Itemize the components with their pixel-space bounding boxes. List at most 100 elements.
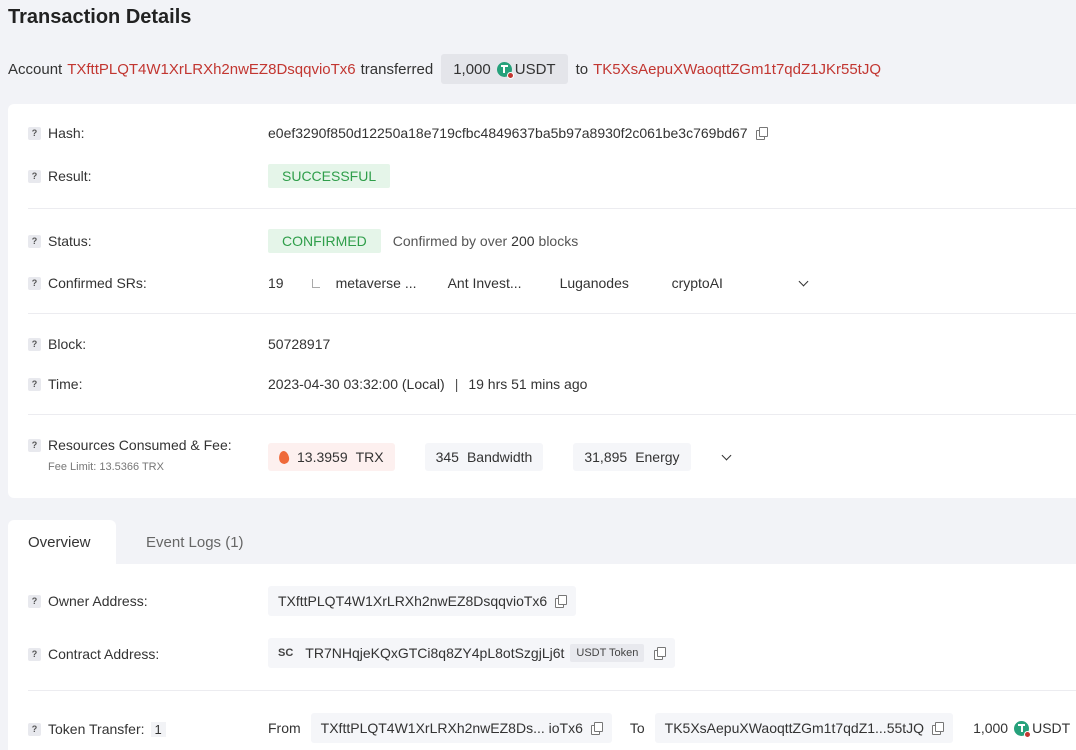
- sr-item[interactable]: Ant Invest...: [448, 275, 560, 291]
- tab-overview[interactable]: Overview: [8, 520, 116, 564]
- transfer-to-box: TK5XsAepuXWaoqttZGm1t7qdZ1...55tJQ: [654, 713, 954, 743]
- transfer-from-box: TXfttPLQT4W1XrLRXh2nwEZ8Ds... ioTx6: [310, 713, 612, 743]
- owner-value-wrap: TXfttPLQT4W1XrLRXh2nwEZ8DsqqvioTx6: [268, 586, 577, 616]
- owner-address-box: TXfttPLQT4W1XrLRXh2nwEZ8DsqqvioTx6: [268, 586, 577, 616]
- resources-values: 13.3959 TRX 345 Bandwidth 31,895 Energy: [268, 443, 731, 471]
- summary-to-word: to: [575, 60, 589, 78]
- chevron-down-icon[interactable]: [798, 276, 809, 286]
- divider: [28, 690, 1076, 691]
- result-badge: SUCCESSFUL: [268, 164, 391, 188]
- token-transfer-label: Token Transfer:: [48, 721, 145, 737]
- copy-icon[interactable]: [755, 126, 768, 140]
- help-icon[interactable]: ?: [28, 234, 41, 248]
- amount-pill: 1,000 USDT: [441, 54, 568, 84]
- sr-item[interactable]: metaverse ...: [336, 275, 448, 291]
- hash-value: e0ef3290f850d12250a18e719cfbc4849637ba5b…: [268, 125, 748, 141]
- energy-pill: 31,895 Energy: [573, 443, 691, 471]
- confirmed-srs-row: ? Confirmed SRs:: [28, 271, 147, 295]
- block-value-wrap: 50728917: [268, 332, 330, 356]
- status-value-wrap: CONFIRMED Confirmed by over 200 blocks: [268, 229, 578, 253]
- block-label: Block:: [48, 336, 87, 352]
- trx-amount: 13.3959: [297, 449, 348, 465]
- owner-row: ? Owner Address:: [28, 589, 148, 613]
- hash-label: Hash:: [48, 125, 85, 141]
- sr-count: 19: [268, 275, 284, 291]
- time-value-wrap: 2023-04-30 03:32:00 (Local) | 19 hrs 51 …: [268, 372, 587, 396]
- contract-value-wrap: SC TR7NHqjeKQxGTCi8q8ZY4pL8otSzgjLj6t US…: [268, 638, 676, 668]
- to-word: To: [629, 720, 645, 736]
- time-separator: |: [454, 376, 459, 392]
- token-transfer-values: From TXfttPLQT4W1XrLRXh2nwEZ8Ds... ioTx6…: [268, 713, 1070, 743]
- contract-row: ? Contract Address:: [28, 642, 159, 666]
- from-address-link[interactable]: TXfttPLQT4W1XrLRXh2nwEZ8DsqqvioTx6: [67, 61, 355, 78]
- help-icon[interactable]: ?: [28, 276, 41, 290]
- result-row: ? Result:: [28, 164, 92, 188]
- time-row: ? Time:: [28, 372, 82, 396]
- hash-row: ? Hash:: [28, 121, 85, 145]
- summary-token[interactable]: USDT: [515, 61, 556, 78]
- usdt-icon: [496, 61, 514, 79]
- block-value[interactable]: 50728917: [268, 336, 330, 352]
- help-icon[interactable]: ?: [28, 377, 41, 391]
- energy-amount: 31,895: [584, 449, 628, 465]
- confirmed-srs-list: 19 metaverse ... Ant Invest... Luganodes…: [268, 271, 809, 295]
- sr-item[interactable]: cryptoAI: [672, 275, 800, 291]
- sc-tag: SC: [278, 647, 294, 659]
- token-transfer-count: 1: [150, 721, 166, 737]
- hash-value-wrap: e0ef3290f850d12250a18e719cfbc4849637ba5b…: [268, 121, 768, 145]
- contract-address-box: SC TR7NHqjeKQxGTCi8q8ZY4pL8otSzgjLj6t US…: [268, 638, 676, 668]
- status-note-count: 200: [511, 233, 535, 249]
- transfer-to-address[interactable]: TK5XsAepuXWaoqttZGm1t7qdZ1...55tJQ: [665, 720, 924, 736]
- status-note-prefix: Confirmed by over: [392, 233, 508, 249]
- copy-icon[interactable]: [932, 721, 945, 735]
- status-note-suffix: blocks: [538, 233, 579, 249]
- status-row: ? Status:: [28, 229, 92, 253]
- token-transfer-row: ? Token Transfer: 1: [28, 717, 166, 741]
- help-icon[interactable]: ?: [28, 647, 41, 661]
- transaction-info-card: ? Hash: e0ef3290f850d12250a18e719cfbc484…: [8, 104, 1076, 498]
- transfer-summary: Account TXfttPLQT4W1XrLRXh2nwEZ8DsqqvioT…: [8, 54, 881, 84]
- overview-body: ? Owner Address: TXfttPLQT4W1XrLRXh2nwEZ…: [8, 564, 1076, 750]
- tab-event-logs[interactable]: Event Logs (1): [126, 520, 264, 564]
- block-row: ? Block:: [28, 332, 86, 356]
- divider: [28, 313, 1076, 314]
- confirmed-srs-label: Confirmed SRs:: [48, 275, 147, 291]
- trx-unit: TRX: [355, 449, 384, 465]
- trx-fee-pill: 13.3959 TRX: [268, 443, 395, 471]
- sr-item[interactable]: Luganodes: [560, 275, 672, 291]
- time-label: Time:: [48, 376, 83, 392]
- status-badge: CONFIRMED: [268, 229, 381, 253]
- resources-label: Resources Consumed & Fee:: [48, 437, 232, 453]
- transfer-token[interactable]: USDT: [1032, 720, 1070, 736]
- result-label: Result:: [48, 168, 92, 184]
- contract-label: Contract Address:: [48, 646, 160, 662]
- help-icon[interactable]: ?: [28, 722, 41, 736]
- divider: [28, 208, 1076, 209]
- help-icon[interactable]: ?: [28, 169, 41, 183]
- copy-icon[interactable]: [590, 721, 603, 735]
- transfer-amount: 1,000: [973, 720, 1009, 736]
- owner-address[interactable]: TXfttPLQT4W1XrLRXh2nwEZ8DsqqvioTx6: [278, 593, 547, 609]
- copy-icon[interactable]: [555, 594, 568, 608]
- from-word: From: [268, 720, 301, 736]
- chevron-down-icon[interactable]: [721, 450, 731, 460]
- help-icon[interactable]: ?: [28, 337, 41, 351]
- help-icon[interactable]: ?: [28, 594, 41, 608]
- divider: [28, 414, 1076, 415]
- tree-branch-icon: [311, 278, 320, 288]
- summary-prefix: Account: [8, 60, 63, 78]
- contract-address[interactable]: TR7NHqjeKQxGTCi8q8ZY4pL8otSzgjLj6t: [305, 645, 564, 661]
- fee-limit-note: Fee Limit: 13.5366 TRX: [48, 461, 164, 473]
- transfer-from-address[interactable]: TXfttPLQT4W1XrLRXh2nwEZ8Ds... ioTx6: [321, 720, 583, 736]
- overview-card: Overview Event Logs (1) ? Owner Address:…: [8, 520, 1076, 750]
- time-value: 2023-04-30 03:32:00 (Local): [268, 376, 445, 392]
- energy-unit: Energy: [635, 449, 680, 465]
- to-address-link[interactable]: TK5XsAepuXWaoqttZGm1t7qdZ1JKr55tJQ: [593, 61, 881, 78]
- bandwidth-pill: 345 Bandwidth: [424, 443, 544, 471]
- bandwidth-amount: 345: [435, 449, 459, 465]
- help-icon[interactable]: ?: [28, 438, 41, 452]
- flame-icon: [278, 449, 290, 465]
- copy-icon[interactable]: [654, 646, 667, 660]
- status-label: Status:: [48, 233, 92, 249]
- help-icon[interactable]: ?: [28, 126, 41, 140]
